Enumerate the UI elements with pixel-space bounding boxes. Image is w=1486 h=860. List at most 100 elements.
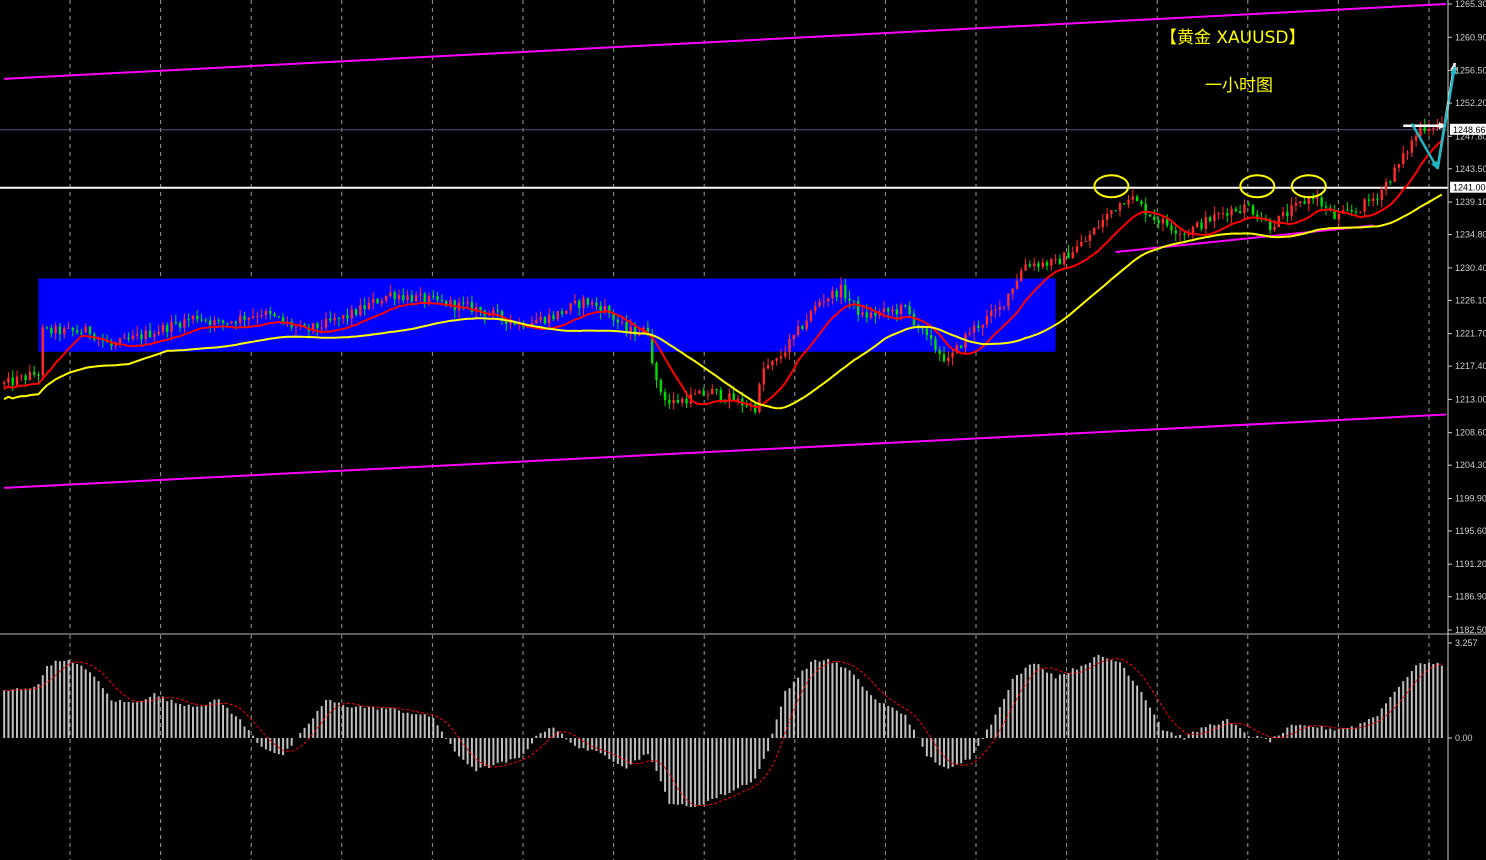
- candle-body: [423, 293, 426, 303]
- candle-body: [1114, 210, 1117, 212]
- candle-body: [1131, 196, 1135, 200]
- candle-body: [796, 326, 800, 335]
- candle-body: [462, 302, 465, 304]
- candle-body: [1032, 263, 1036, 267]
- candle-body: [1208, 217, 1212, 222]
- candle-body: [153, 334, 156, 338]
- candle-body: [1200, 222, 1203, 229]
- candle-body: [1170, 225, 1173, 231]
- candle-body: [573, 300, 577, 304]
- candle-body: [1174, 230, 1177, 234]
- candle-body: [835, 290, 838, 298]
- candle-body: [1346, 210, 1349, 212]
- candle-body: [921, 328, 924, 330]
- candle-body: [15, 376, 19, 385]
- candle-body: [788, 339, 791, 353]
- candle-body: [436, 296, 439, 300]
- candle-body: [213, 320, 216, 325]
- candle-body: [972, 325, 976, 333]
- candle-body: [1097, 227, 1100, 229]
- candle-body: [556, 311, 559, 320]
- price-chart[interactable]: 1265.301260.901256.501252.201247.801243.…: [0, 0, 1486, 860]
- candle-body: [440, 299, 444, 301]
- candle-body: [578, 300, 581, 308]
- candle-body: [256, 316, 259, 318]
- candle-body: [565, 310, 568, 314]
- range-box: [38, 278, 1056, 352]
- tick-label: 1213.00: [1455, 394, 1486, 404]
- candle-body: [895, 309, 899, 315]
- candle-body: [668, 399, 671, 404]
- candle-body: [874, 312, 877, 316]
- candle-body: [732, 393, 735, 401]
- candle-body: [88, 326, 92, 334]
- candle-body: [230, 321, 233, 324]
- candle-body: [234, 321, 238, 324]
- candle-body: [1067, 252, 1070, 259]
- candle-body: [200, 319, 203, 321]
- candle-body: [11, 377, 14, 385]
- candle-body: [329, 318, 332, 321]
- candle-body: [277, 316, 281, 318]
- candle-body: [1406, 152, 1409, 154]
- candle-body: [1015, 280, 1019, 289]
- tick-label: 1252.20: [1455, 98, 1486, 108]
- candle-body: [981, 324, 984, 328]
- candle-body: [196, 315, 199, 320]
- candle-body: [67, 327, 70, 329]
- candle-body: [350, 309, 353, 319]
- candle-body: [543, 316, 547, 324]
- candle-body: [1037, 263, 1040, 267]
- candle-body: [1135, 196, 1139, 201]
- candle-body: [539, 316, 542, 321]
- price-marker-label: 1248.66: [1453, 125, 1486, 135]
- candle-body: [1007, 293, 1010, 307]
- tick-label: 0.00: [1455, 733, 1473, 743]
- candle-body: [629, 326, 632, 333]
- candle-body: [54, 326, 57, 334]
- candle-body: [959, 345, 963, 348]
- candle-body: [320, 327, 323, 329]
- candle-body: [1204, 217, 1208, 229]
- candle-body: [535, 320, 538, 324]
- candle-body: [380, 300, 384, 304]
- candle-body: [698, 390, 701, 394]
- candle-body: [402, 295, 405, 300]
- candle-body: [281, 317, 285, 322]
- candle-body: [1217, 213, 1220, 215]
- candle-body: [183, 319, 186, 328]
- candle-body: [1084, 240, 1087, 242]
- candle-body: [1080, 241, 1083, 247]
- candle-body: [131, 335, 135, 339]
- candle-body: [1045, 262, 1049, 266]
- candle-body: [758, 384, 761, 412]
- tick-label: 1204.30: [1455, 460, 1486, 470]
- candle-body: [376, 299, 379, 304]
- candle-body: [170, 321, 173, 333]
- candle-body: [414, 295, 418, 302]
- candle-body: [595, 302, 598, 306]
- candle-body: [1363, 199, 1366, 212]
- candle-body: [547, 315, 551, 324]
- candle-body: [1118, 203, 1122, 211]
- candle-body: [779, 356, 783, 359]
- candle-body: [625, 321, 628, 333]
- candle-body: [775, 358, 778, 361]
- candle-body: [1024, 264, 1027, 271]
- candle-body: [496, 310, 499, 312]
- candle-body: [410, 295, 414, 302]
- candle-body: [771, 360, 774, 366]
- candle-body: [1402, 153, 1405, 164]
- candle-body: [191, 315, 195, 320]
- price-marker-label: 1241.00: [1453, 183, 1486, 193]
- candle-body: [1123, 203, 1126, 205]
- candle-body: [204, 319, 208, 321]
- range-box-layer: [38, 278, 1056, 352]
- candle-body: [659, 380, 662, 392]
- tick-label: 1243.50: [1455, 164, 1486, 174]
- candle-body: [1273, 226, 1276, 231]
- candle-body: [1101, 219, 1105, 228]
- candle-body: [655, 363, 658, 381]
- tick-label: 3.257: [1455, 638, 1478, 648]
- candle-body: [1234, 208, 1238, 212]
